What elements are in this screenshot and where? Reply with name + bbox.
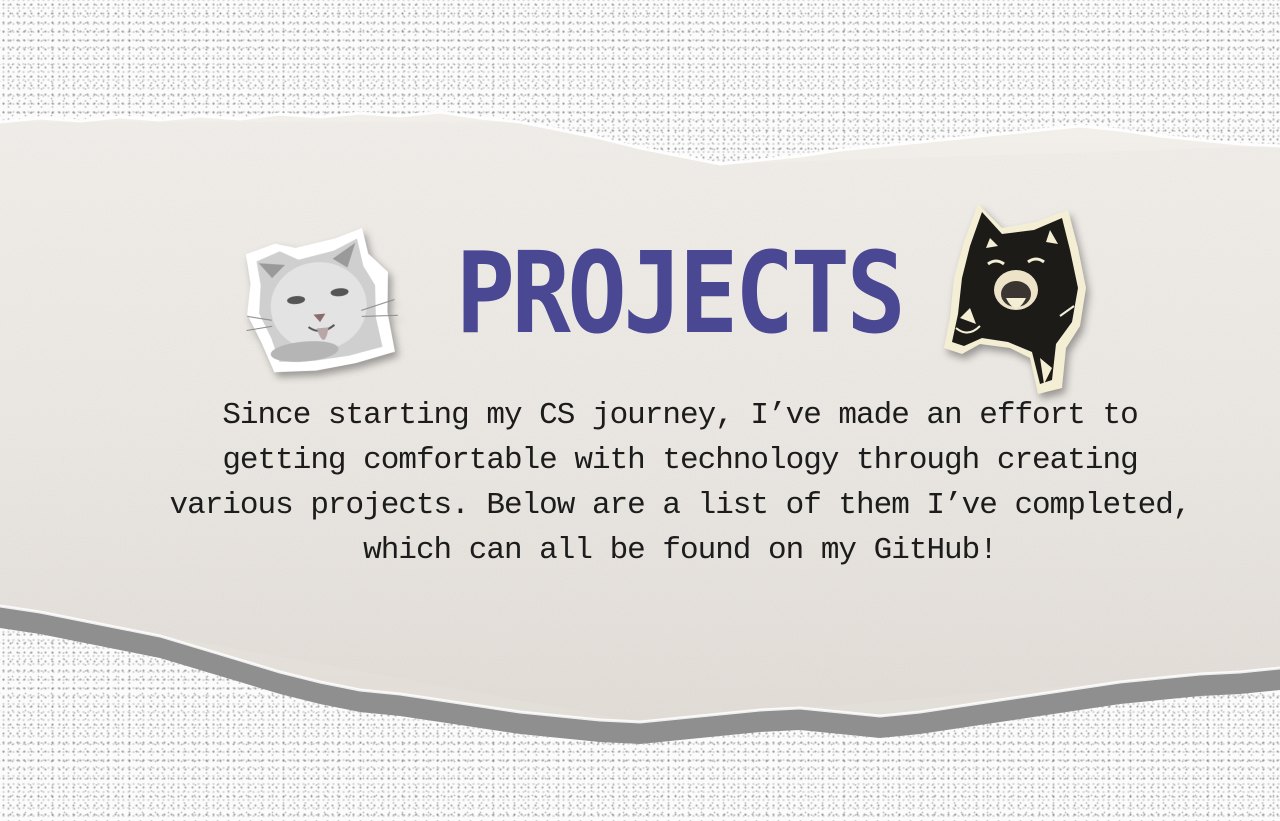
page-title: PROJECTS — [455, 229, 906, 359]
white-cat-tongue-sticker-icon — [245, 228, 398, 373]
black-cat-yawning-sticker-icon — [944, 204, 1086, 394]
intro-paragraph: Since starting my CS journey, I’ve made … — [169, 398, 1192, 568]
projects-header: PROJECTS — [0, 204, 1280, 394]
